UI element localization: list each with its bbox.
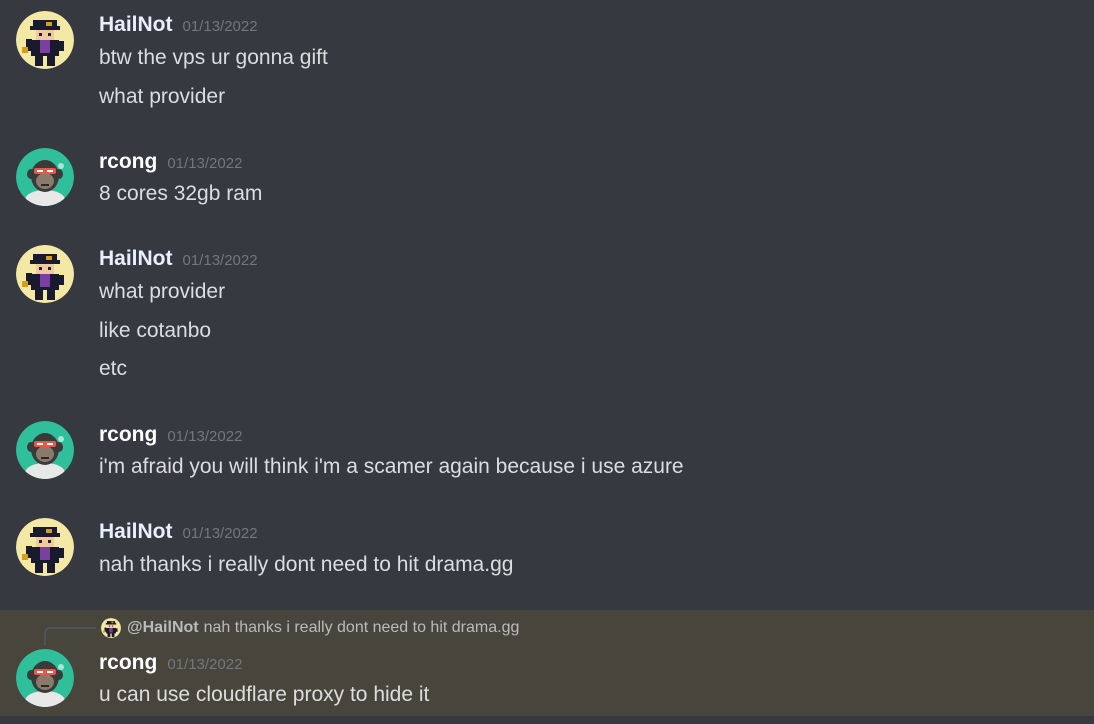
timestamp: 01/13/2022 [167,428,243,445]
message-text: nah thanks i really dont need to hit dra… [99,553,514,576]
username[interactable]: HailNot [99,13,173,36]
message-header: HailNot 01/13/2022 [99,12,258,38]
message-text: what provider [99,280,226,303]
avatar-rcong[interactable] [16,421,74,479]
avatar-rcong[interactable] [16,649,74,707]
message-text: 8 cores 32gb ram [99,182,263,205]
message-header: HailNot 01/13/2022 [99,519,258,545]
username[interactable]: HailNot [99,520,173,543]
username[interactable]: rcong [99,651,157,674]
username[interactable]: HailNot [99,247,173,270]
ape-avatar-icon [16,421,74,479]
timestamp: 01/13/2022 [182,525,258,542]
jotaro-avatar-icon [16,245,74,303]
timestamp: 01/13/2022 [182,252,258,269]
ape-avatar-icon [16,649,74,707]
avatar-rcong[interactable] [16,148,74,206]
message-text: what provider [99,85,226,108]
message-text: u can use cloudflare proxy to hide it [99,683,430,706]
timestamp: 01/13/2022 [167,656,243,673]
chat-message-list: HailNot 01/13/2022 btw the vps ur gonna g… [0,0,1094,724]
username[interactable]: rcong [99,423,157,446]
message-text: i'm afraid you will think i'm a scamer a… [99,455,684,478]
timestamp: 01/13/2022 [167,155,243,172]
message-text: btw the vps ur gonna gift [99,46,328,69]
username[interactable]: rcong [99,150,157,173]
message-header: rcong 01/13/2022 [99,422,242,448]
ape-avatar-icon [16,148,74,206]
reply-mention[interactable]: @HailNot [127,619,199,636]
message-header: rcong 01/13/2022 [99,650,242,676]
avatar-hailnot[interactable] [16,11,74,69]
reply-preview[interactable]: @HailNot nah thanks i really dont need to… [101,617,519,639]
avatar-hailnot[interactable] [16,518,74,576]
message-header: rcong 01/13/2022 [99,149,242,175]
timestamp: 01/13/2022 [182,18,258,35]
message-text: etc [99,357,128,380]
message-text: like cotanbo [99,319,212,342]
avatar-hailnot[interactable] [16,245,74,303]
message-header: HailNot 01/13/2022 [99,246,258,272]
jotaro-avatar-icon [16,518,74,576]
reply-connector [44,627,96,645]
jotaro-avatar-icon [16,11,74,69]
reply-avatar [101,618,121,638]
jotaro-avatar-icon [101,618,121,638]
reply-text: nah thanks i really dont need to hit dra… [203,619,520,636]
